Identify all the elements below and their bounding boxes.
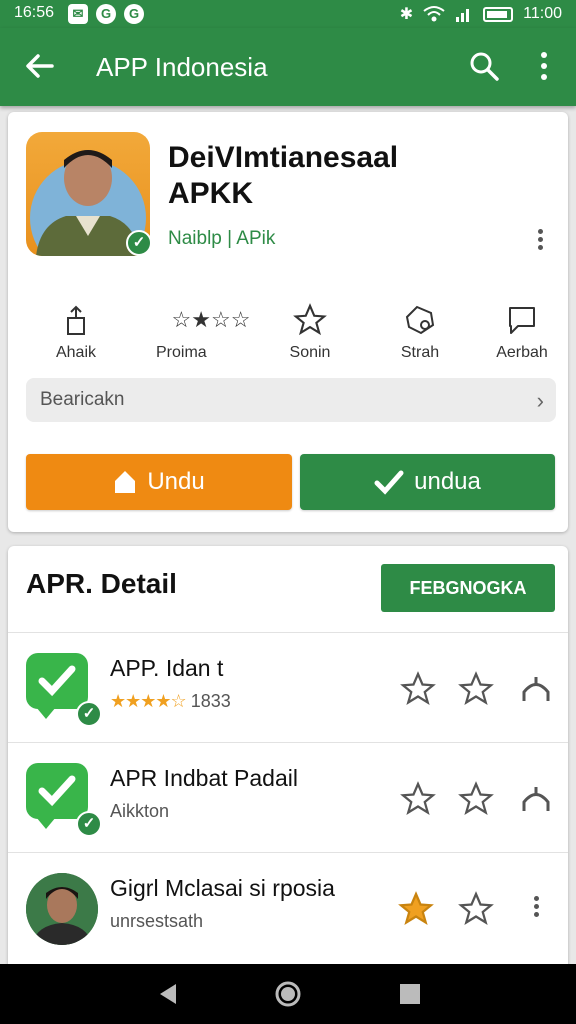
list-item[interactable]: ✓ APP. Idan t ★★★★☆ 1833 — [8, 632, 568, 742]
page-title: APP Indonesia — [96, 52, 268, 82]
download-button[interactable]: Undu — [26, 454, 292, 510]
action-message[interactable]: Aerbah — [472, 302, 572, 362]
action-label: Proima — [156, 344, 207, 361]
action-share[interactable]: Ahaik — [26, 302, 126, 362]
action-favorite[interactable]: Sonin — [260, 302, 360, 362]
status-bar: 16:56 ✉ G G ✱ 11:00 — [0, 0, 576, 28]
chat-icon — [509, 307, 535, 334]
action-tag[interactable]: Strah — [370, 302, 470, 362]
share-icon — [67, 305, 85, 335]
verified-badge-icon: ✓ — [76, 701, 102, 727]
version-dropdown[interactable]: Bearicakn › — [26, 378, 556, 422]
checkmark-icon — [374, 470, 404, 495]
list-item-title: APP. Idan t — [110, 655, 224, 681]
section-action-button[interactable]: FEBGNOGKA — [381, 564, 555, 612]
more-vert-icon[interactable] — [528, 48, 560, 84]
star-icon — [293, 303, 327, 336]
action-label: Sonin — [289, 344, 331, 361]
install-label: undua — [414, 468, 481, 495]
verified-badge-icon: ✓ — [76, 811, 102, 837]
list-item-subtitle: ★★★★☆ 1833 — [110, 691, 231, 711]
hook-icon[interactable] — [518, 671, 554, 707]
star-outline-icon[interactable] — [458, 671, 494, 707]
section-title: APR. Detail — [26, 568, 177, 599]
nav-home-icon[interactable] — [272, 978, 304, 1010]
app-more-options-icon[interactable] — [530, 226, 550, 258]
star-outline-icon[interactable] — [400, 671, 436, 707]
install-button[interactable]: undua — [300, 454, 555, 510]
list-item[interactable]: Gigrl Mclasai si rposia unrsestsath — [8, 852, 568, 962]
tag-icon — [405, 305, 435, 335]
action-row: Ahaik ☆★☆☆ Proima Sonin Strah Aerbah — [26, 302, 556, 372]
bluetooth-icon: ✱ — [399, 6, 414, 23]
battery-icon — [483, 6, 514, 22]
app-bar: APP Indonesia — [0, 28, 576, 106]
list-item[interactable]: ✓ APR Indbat Padail Aikkton — [8, 742, 568, 852]
g-notification-icon: G — [96, 4, 116, 24]
star-filled-icon[interactable] — [398, 891, 434, 927]
developer-name[interactable]: Naiblp | APik — [168, 228, 275, 250]
chevron-right-icon: › — [536, 388, 544, 413]
signal-icon — [456, 9, 470, 22]
avatar — [26, 873, 98, 945]
wifi-icon — [423, 6, 445, 22]
action-label: Strah — [400, 344, 440, 361]
list-item-title: Gigrl Mclasai si rposia — [110, 875, 335, 901]
dropdown-value: Bearicakn — [40, 389, 125, 410]
download-label: Undu — [147, 468, 205, 495]
nav-recents-icon[interactable] — [394, 978, 426, 1010]
status-time-right: 11:00 — [523, 5, 562, 22]
star-outline-icon[interactable] — [400, 781, 436, 817]
rating-stars-icon: ★★★★☆ — [110, 691, 187, 711]
search-icon[interactable] — [466, 48, 502, 84]
action-rating[interactable]: ☆★☆☆ Proima — [146, 302, 276, 362]
app-name: DeiVImtianesaal APKK — [168, 141, 399, 210]
list-item-subtitle: Aikkton — [110, 801, 170, 821]
verified-badge-icon: ✓ — [126, 230, 152, 256]
nav-back-icon[interactable] — [152, 978, 184, 1010]
arrow-left-icon[interactable] — [22, 48, 58, 84]
home-icon — [115, 471, 136, 493]
g-notification-icon: G — [124, 4, 144, 24]
hook-icon[interactable] — [518, 781, 554, 817]
mail-notification-icon: ✉ — [68, 4, 88, 24]
detail-card: APR. Detail FEBGNOGKA ✓ APP. Idan t ★★★★… — [8, 546, 568, 976]
action-label: Ahaik — [55, 344, 97, 361]
system-nav-bar — [0, 964, 576, 1024]
list-item-title: APR Indbat Padail — [110, 765, 298, 791]
star-outline-icon[interactable] — [458, 891, 494, 927]
action-label: Aerbah — [496, 344, 548, 361]
row-more-options-icon[interactable] — [526, 893, 546, 925]
app-info-card: ✓ DeiVImtianesaal APKK Naiblp | APik Aha… — [8, 112, 568, 532]
status-time-left: 16:56 — [14, 4, 55, 21]
stars-rating-icon: ☆★☆☆ — [171, 307, 251, 332]
list-item-subtitle: unrsestsath — [110, 911, 204, 931]
star-outline-icon[interactable] — [458, 781, 494, 817]
